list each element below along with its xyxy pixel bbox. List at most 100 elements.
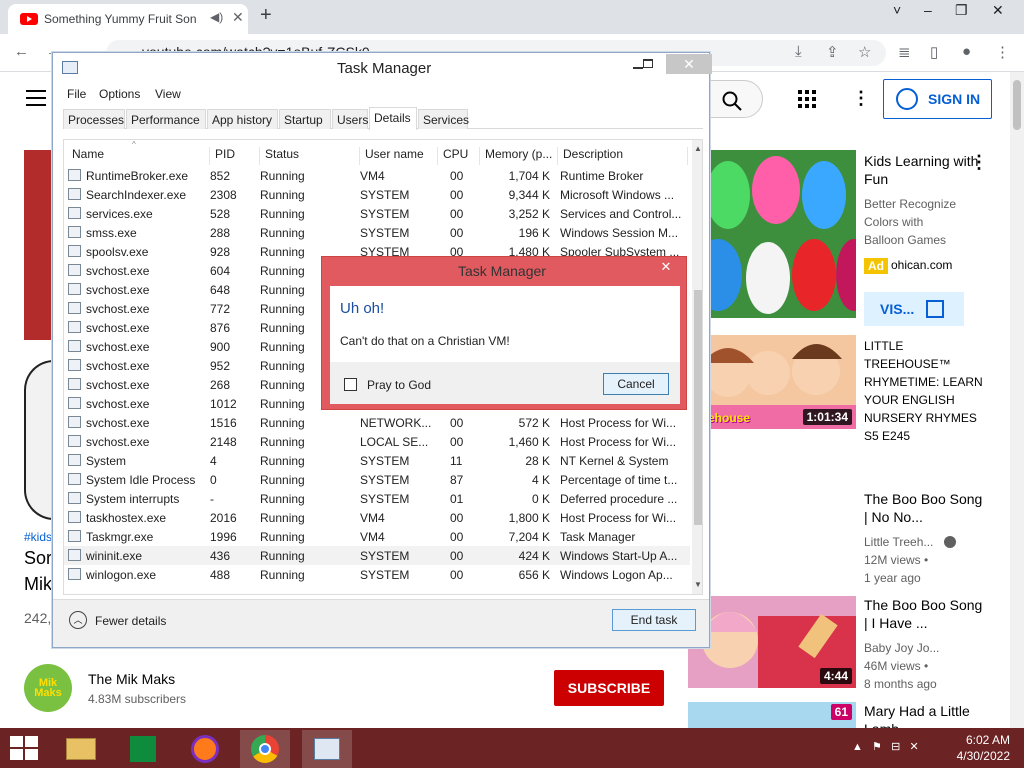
table-row[interactable]: Taskmgr.exe 1996 Running VM4 00 7,204 K Task M… [64, 527, 690, 546]
menu-view[interactable]: View [155, 87, 181, 101]
tab-performance[interactable]: Performance [126, 109, 206, 129]
process-icon [68, 549, 81, 561]
new-tab-icon[interactable]: + [260, 4, 272, 27]
apps-grid-icon[interactable] [798, 90, 816, 108]
file-explorer-icon[interactable] [56, 730, 106, 768]
col-memory[interactable]: Memory (p... [480, 147, 558, 165]
tab-startup[interactable]: Startup [279, 109, 331, 129]
table-row[interactable]: System 4 Running SYSTEM 11 28 K NT Kernel & Sy… [64, 451, 690, 470]
subscribe-button[interactable]: SUBSCRIBE [554, 670, 664, 706]
tab-users[interactable]: Users [332, 109, 368, 129]
hashtag-link[interactable]: #kids [24, 530, 52, 544]
table-row[interactable]: smss.exe 288 Running SYSTEM 00 196 K Windows S… [64, 223, 690, 242]
table-cell: smss.exe [86, 226, 137, 240]
table-row[interactable]: taskhostex.exe 2016 Running VM4 00 1,800 K Hos… [64, 508, 690, 527]
col-cpu[interactable]: CPU [438, 147, 480, 165]
tm-titlebar[interactable]: Task Manager [53, 53, 709, 83]
task-manager-icon[interactable] [302, 730, 352, 768]
chevron-up-icon[interactable]: ︿ [69, 611, 87, 629]
col-name[interactable]: Name [64, 147, 210, 165]
chrome-icon[interactable] [240, 730, 290, 768]
start-button-icon[interactable] [10, 736, 40, 760]
table-row[interactable]: services.exe 528 Running SYSTEM 00 3,252 K Ser… [64, 204, 690, 223]
profile-icon[interactable]: ● [962, 43, 971, 60]
dialog-titlebar[interactable]: Task Manager [322, 257, 686, 285]
channel-avatar[interactable]: Mik Maks [24, 664, 72, 712]
install-icon[interactable]: ⤓ [795, 43, 802, 60]
menu-options[interactable]: Options [99, 87, 140, 101]
table-row[interactable]: svchost.exe 1516 Running NETWORK... 00 572 K H… [64, 413, 690, 432]
browser-menu-icon[interactable]: ⋮ [995, 43, 1010, 61]
rec-title-4[interactable]: The Boo Boo Song | I Have ... [864, 596, 984, 632]
end-task-button[interactable]: End task [612, 609, 696, 631]
table-row[interactable]: RuntimeBroker.exe 852 Running VM4 00 1,704 K R… [64, 166, 690, 185]
col-username[interactable]: User name [360, 147, 438, 165]
table-row[interactable]: svchost.exe 2148 Running LOCAL SE... 00 1,460… [64, 432, 690, 451]
channel-name[interactable]: The Mik Maks [88, 671, 175, 687]
clock[interactable]: 6:02 AM 4/30/2022 [950, 732, 1010, 764]
tab-close-icon[interactable]: ✕ [232, 9, 244, 26]
video-player[interactable] [24, 150, 54, 520]
sign-in-button[interactable]: SIGN IN [883, 79, 992, 119]
rec-title-5[interactable]: Mary Had a Little Lamb [864, 702, 984, 728]
media-queue-icon[interactable]: ≣ [898, 43, 911, 61]
table-cell: svchost.exe [86, 283, 150, 297]
more-options-icon[interactable]: ⋮ [852, 88, 870, 109]
process-icon [68, 245, 81, 257]
cancel-button[interactable]: Cancel [603, 373, 669, 395]
table-cell: NETWORK... [360, 416, 432, 430]
process-icon [68, 207, 81, 219]
browser-tab[interactable]: Something Yummy Fruit Son ◀) ✕ [8, 4, 248, 34]
table-cell: SYSTEM [360, 207, 410, 221]
tab-services[interactable]: Services [418, 109, 469, 129]
table-row[interactable]: wininit.exe 436 Running SYSTEM 00 424 K Window… [64, 546, 690, 565]
window-close-icon[interactable]: ✕ [992, 2, 1004, 19]
table-cell: 436 [210, 549, 231, 563]
tab-app-history[interactable]: App history [207, 109, 278, 129]
tab-processes[interactable]: Processes [63, 109, 125, 129]
table-row[interactable]: winlogon.exe 488 Running SYSTEM 00 656 K Windo… [64, 565, 690, 584]
dialog-close-button[interactable]: ✕ [650, 259, 682, 275]
firefox-icon[interactable] [180, 730, 230, 768]
restore-icon[interactable]: ❐ [955, 2, 968, 19]
tm-close-button[interactable]: ✕ [666, 54, 712, 74]
table-cell: svchost.exe [86, 359, 150, 373]
minimize-icon[interactable]: – [924, 2, 932, 18]
table-cell: svchost.exe [86, 435, 150, 449]
fewer-details-link[interactable]: Fewer details [95, 614, 166, 628]
bookmark-star-icon[interactable]: ☆ [858, 43, 871, 61]
tm-maximize-icon[interactable] [643, 59, 653, 68]
tab-search-icon[interactable]: ˅ [893, 2, 901, 18]
table-cell: 4 K [531, 473, 550, 487]
system-tray[interactable]: ▲ ⚑ ⊟ ✕ [852, 740, 919, 753]
tab-details[interactable]: Details [369, 107, 417, 130]
pray-checkbox[interactable] [344, 378, 357, 391]
table-cell: 852 [210, 169, 231, 183]
col-pid[interactable]: PID [210, 147, 260, 165]
back-icon[interactable]: ← [14, 43, 29, 60]
visit-button[interactable]: VIS... [864, 292, 964, 326]
rec-thumbnail-5[interactable]: 61 [688, 702, 856, 728]
rec-title-2[interactable]: LITTLE TREEHOUSE™ RHYMETIME: LEARN YOUR … [864, 337, 984, 445]
process-list-scrollbar[interactable]: ▲ ▼ [692, 140, 702, 594]
rec-title-1[interactable]: Kids Learning with Fun [864, 152, 984, 188]
col-description[interactable]: Description [558, 147, 688, 165]
share-icon[interactable]: ⇪ [826, 43, 839, 61]
menu-file[interactable]: File [67, 87, 86, 101]
rec-more-icon[interactable]: ⋮ [970, 152, 988, 173]
store-icon[interactable] [118, 730, 168, 768]
side-panel-icon[interactable]: ▯ [930, 43, 938, 61]
col-status[interactable]: Status [260, 147, 360, 165]
rec-title-3[interactable]: The Boo Boo Song | No No... [864, 490, 984, 526]
pray-checkbox-label[interactable]: Pray to God [367, 378, 431, 392]
table-row[interactable]: SearchIndexer.exe 2308 Running SYSTEM 00 9,34… [64, 185, 690, 204]
speaker-icon[interactable]: ◀) [210, 10, 223, 24]
page-scrollbar[interactable] [1010, 72, 1024, 728]
ad-thumbnail[interactable] [688, 150, 856, 318]
tm-minimize-icon[interactable] [633, 67, 643, 69]
hamburger-menu-icon[interactable] [26, 90, 46, 106]
table-row[interactable]: System interrupts - Running SYSTEM 01 0 K Defe… [64, 489, 690, 508]
table-row[interactable]: System Idle Process 0 Running SYSTEM 87 4 K Pe… [64, 470, 690, 489]
rec-thumbnail-4[interactable]: 4:44 [688, 596, 856, 688]
rec-thumbnail-2[interactable]: Treehouse 1:01:34 [688, 335, 856, 429]
